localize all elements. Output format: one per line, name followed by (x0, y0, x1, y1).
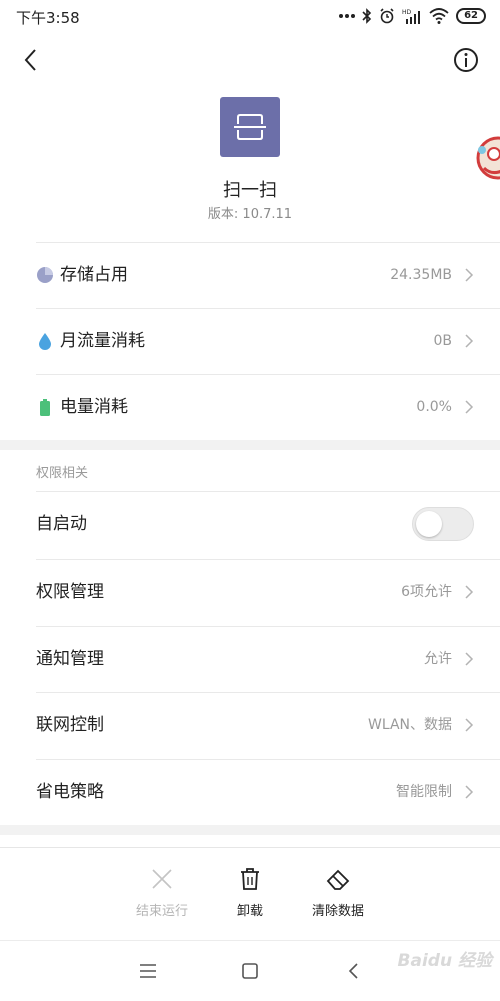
eraser-icon (326, 869, 350, 890)
battery-usage-value: 0.0% (416, 399, 452, 415)
section-separator (0, 825, 500, 835)
permission-management-row[interactable]: 权限管理 6项允许 (0, 559, 500, 625)
water-drop-icon (39, 333, 51, 350)
app-version: 版本: 10.7.11 (207, 207, 293, 222)
notification-management-row[interactable]: 通知管理 允许 (0, 626, 500, 692)
storage-label: 存储占用 (60, 265, 128, 285)
clear-data-button[interactable]: 清除数据 (288, 866, 388, 936)
status-bar: 下午3:58 HD 62 (0, 0, 500, 34)
floating-mascot-icon[interactable] (470, 128, 500, 188)
power-saving-value: 智能限制 (396, 784, 452, 800)
toggle-knob (416, 511, 442, 537)
top-bar (0, 38, 500, 82)
autostart-label: 自启动 (36, 514, 87, 534)
watermark: Baidu 经验 (397, 951, 492, 971)
data-usage-value: 0B (433, 333, 452, 349)
section-title-permissions: 权限相关 (36, 466, 89, 481)
autostart-toggle[interactable] (412, 507, 474, 541)
info-button[interactable] (450, 44, 482, 76)
power-saving-label: 省电策略 (36, 782, 104, 802)
chevron-right-icon (465, 785, 474, 799)
uninstall-button[interactable]: 卸载 (200, 866, 300, 936)
app-name: 扫一扫 (223, 180, 277, 201)
notification-management-value: 允许 (424, 651, 452, 667)
signal-hd-icon: HD (402, 9, 421, 24)
chevron-right-icon (465, 718, 474, 732)
battery-usage-label: 电量消耗 (60, 397, 128, 417)
svg-text:HD: HD (402, 9, 412, 16)
chevron-right-icon (465, 585, 474, 599)
chevron-right-icon (465, 400, 474, 414)
permission-management-label: 权限管理 (36, 582, 104, 602)
stop-running-label: 结束运行 (135, 904, 188, 919)
notification-management-label: 通知管理 (36, 649, 104, 669)
chevron-right-icon (465, 652, 474, 666)
autostart-row: 自启动 (0, 491, 500, 557)
bluetooth-icon (362, 8, 372, 24)
status-time: 下午3:58 (16, 9, 80, 27)
network-control-value: WLAN、数据 (367, 717, 452, 733)
pie-chart-icon (37, 267, 53, 283)
battery-icon (40, 399, 50, 416)
data-usage-label: 月流量消耗 (60, 331, 145, 351)
clear-data-label: 清除数据 (311, 904, 364, 919)
alarm-icon (380, 8, 394, 24)
scan-icon (234, 114, 266, 140)
back-nav-icon[interactable] (342, 961, 366, 981)
section-separator (0, 440, 500, 450)
network-control-row[interactable]: 联网控制 WLAN、数据 (0, 692, 500, 758)
status-icons: HD 62 (339, 6, 486, 26)
uninstall-label: 卸载 (236, 904, 263, 919)
back-button[interactable] (18, 40, 54, 80)
power-saving-row[interactable]: 省电策略 智能限制 (0, 759, 500, 825)
app-icon (220, 97, 280, 157)
home-icon[interactable] (238, 961, 262, 981)
divider (36, 491, 500, 492)
close-icon (152, 869, 172, 889)
stop-running-button[interactable]: 结束运行 (112, 866, 212, 936)
more-dots-icon (339, 14, 356, 18)
chevron-right-icon (465, 334, 474, 348)
menu-icon[interactable] (136, 961, 160, 981)
storage-value: 24.35MB (390, 267, 452, 283)
permission-management-value: 6项允许 (401, 584, 452, 600)
battery-usage-row[interactable]: 电量消耗 0.0% (0, 374, 500, 440)
info-icon (454, 48, 478, 72)
storage-row[interactable]: 存储占用 24.35MB (0, 242, 500, 308)
chevron-right-icon (465, 268, 474, 282)
data-usage-row[interactable]: 月流量消耗 0B (0, 308, 500, 374)
battery-indicator: 62 (456, 8, 486, 24)
trash-icon (241, 868, 259, 890)
wifi-icon (429, 8, 449, 24)
chevron-left-icon (24, 49, 36, 71)
network-control-label: 联网控制 (36, 715, 104, 735)
action-bar: 结束运行 卸载 清除数据 (0, 847, 500, 940)
